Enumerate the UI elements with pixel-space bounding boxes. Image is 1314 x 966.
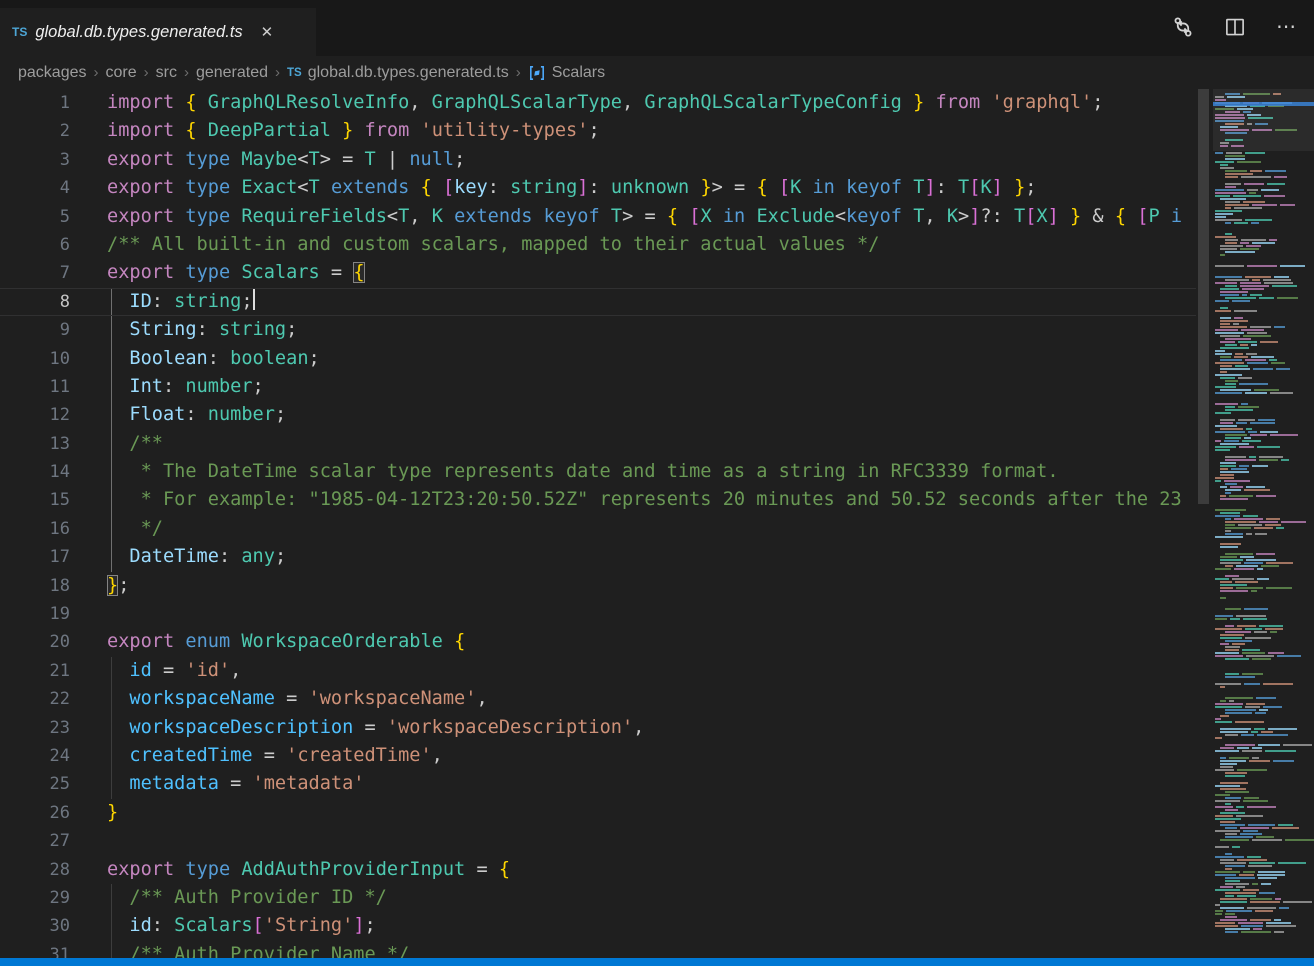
- line-number[interactable]: 6: [0, 231, 70, 259]
- line-number[interactable]: 1: [0, 89, 70, 117]
- line-number[interactable]: 10: [0, 345, 70, 373]
- code-line[interactable]: 17 DateTime: any;: [0, 543, 1196, 571]
- line-number[interactable]: 8: [0, 289, 70, 315]
- tab-global-db-types[interactable]: TS global.db.types.generated.ts ✕: [0, 8, 316, 56]
- chevron-right-icon: ›: [144, 64, 149, 81]
- vscode-window: TS global.db.types.generated.ts ✕ ⋯: [0, 0, 1314, 966]
- line-number[interactable]: 25: [0, 770, 70, 798]
- code-line[interactable]: 18};: [0, 572, 1196, 600]
- close-icon[interactable]: ✕: [257, 21, 278, 43]
- minimap-content: [1213, 89, 1314, 938]
- line-number[interactable]: 24: [0, 742, 70, 770]
- breadcrumb-item-file[interactable]: global.db.types.generated.ts: [308, 64, 509, 82]
- code-line[interactable]: 12 Float: number;: [0, 401, 1196, 429]
- code-line[interactable]: 14 * The DateTime scalar type represents…: [0, 458, 1196, 486]
- line-number[interactable]: 23: [0, 714, 70, 742]
- code-line[interactable]: 25 metadata = 'metadata': [0, 770, 1196, 798]
- code-line[interactable]: 26}: [0, 799, 1196, 827]
- code-line[interactable]: 24 createdTime = 'createdTime',: [0, 742, 1196, 770]
- line-number[interactable]: 30: [0, 912, 70, 940]
- code-line[interactable]: 19: [0, 600, 1196, 628]
- code-line[interactable]: 27: [0, 827, 1196, 855]
- typescript-file-icon: TS: [12, 25, 27, 39]
- code-line[interactable]: 7export type Scalars = {: [0, 259, 1196, 287]
- line-number[interactable]: 14: [0, 458, 70, 486]
- code-line[interactable]: 31 /** Auth Provider Name */: [0, 941, 1196, 958]
- breadcrumb-item-src[interactable]: src: [156, 64, 177, 82]
- line-number[interactable]: 29: [0, 884, 70, 912]
- code-editor[interactable]: 1import { GraphQLResolveInfo, GraphQLSca…: [0, 89, 1196, 958]
- chevron-right-icon: ›: [275, 64, 280, 81]
- more-actions-icon[interactable]: ⋯: [1274, 14, 1300, 40]
- line-number[interactable]: 19: [0, 600, 70, 628]
- code-line[interactable]: 5export type RequireFields<T, K extends …: [0, 203, 1196, 231]
- line-number[interactable]: 15: [0, 486, 70, 514]
- tab-bar: TS global.db.types.generated.ts ✕ ⋯: [0, 0, 1314, 56]
- code-line[interactable]: 11 Int: number;: [0, 373, 1196, 401]
- code-line[interactable]: 6/** All built-in and custom scalars, ma…: [0, 231, 1196, 259]
- editor-scrollbar[interactable]: [1196, 89, 1211, 958]
- chevron-right-icon: ›: [184, 64, 189, 81]
- code-line[interactable]: 4export type Exact<T extends { [key: str…: [0, 174, 1196, 202]
- symbol-type-icon: [528, 64, 546, 82]
- line-number[interactable]: 17: [0, 543, 70, 571]
- breadcrumb-item-core[interactable]: core: [106, 64, 137, 82]
- minimap-slider[interactable]: [1213, 89, 1314, 151]
- open-changes-icon[interactable]: [1170, 14, 1196, 40]
- code-line[interactable]: 10 Boolean: boolean;: [0, 345, 1196, 373]
- code-line[interactable]: 1import { GraphQLResolveInfo, GraphQLSca…: [0, 89, 1196, 117]
- line-number[interactable]: 12: [0, 401, 70, 429]
- line-number[interactable]: 28: [0, 856, 70, 884]
- chevron-right-icon: ›: [94, 64, 99, 81]
- code-lines: 1import { GraphQLResolveInfo, GraphQLSca…: [0, 89, 1196, 958]
- code-line[interactable]: 13 /**: [0, 430, 1196, 458]
- code-line[interactable]: 3export type Maybe<T> = T | null;: [0, 146, 1196, 174]
- code-line[interactable]: 9 String: string;: [0, 316, 1196, 344]
- minimap[interactable]: [1213, 89, 1314, 958]
- line-number[interactable]: 9: [0, 316, 70, 344]
- line-number[interactable]: 18: [0, 572, 70, 600]
- text-cursor: [253, 289, 255, 310]
- line-number[interactable]: 31: [0, 941, 70, 958]
- line-number[interactable]: 3: [0, 146, 70, 174]
- code-line[interactable]: 28export type AddAuthProviderInput = {: [0, 856, 1196, 884]
- code-line[interactable]: 8 ID: string;: [0, 288, 1196, 316]
- code-line[interactable]: 30 id: Scalars['String'];: [0, 912, 1196, 940]
- line-number[interactable]: 2: [0, 117, 70, 145]
- line-number[interactable]: 27: [0, 827, 70, 855]
- code-line[interactable]: 22 workspaceName = 'workspaceName',: [0, 685, 1196, 713]
- code-line[interactable]: 20export enum WorkspaceOrderable {: [0, 628, 1196, 656]
- tab-title: global.db.types.generated.ts: [35, 23, 242, 42]
- chevron-right-icon: ›: [516, 64, 521, 81]
- line-number[interactable]: 16: [0, 515, 70, 543]
- line-number[interactable]: 26: [0, 799, 70, 827]
- line-number[interactable]: 22: [0, 685, 70, 713]
- line-number[interactable]: 13: [0, 430, 70, 458]
- breadcrumb-item-generated[interactable]: generated: [196, 64, 268, 82]
- line-number[interactable]: 21: [0, 657, 70, 685]
- status-bar: [0, 958, 1314, 966]
- editor-actions: ⋯: [1170, 14, 1300, 40]
- code-line[interactable]: 21 id = 'id',: [0, 657, 1196, 685]
- line-number[interactable]: 7: [0, 259, 70, 287]
- line-number[interactable]: 20: [0, 628, 70, 656]
- code-line[interactable]: 23 workspaceDescription = 'workspaceDesc…: [0, 714, 1196, 742]
- line-number[interactable]: 11: [0, 373, 70, 401]
- breadcrumb-item-packages[interactable]: packages: [18, 64, 87, 82]
- scrollbar-slider[interactable]: [1198, 89, 1209, 504]
- typescript-file-icon: TS: [287, 67, 302, 79]
- code-line[interactable]: 15 * For example: "1985-04-12T23:20:50.5…: [0, 486, 1196, 514]
- code-line[interactable]: 2import { DeepPartial } from 'utility-ty…: [0, 117, 1196, 145]
- line-number[interactable]: 4: [0, 174, 70, 202]
- line-number[interactable]: 5: [0, 203, 70, 231]
- code-line[interactable]: 16 */: [0, 515, 1196, 543]
- split-editor-icon[interactable]: [1222, 14, 1248, 40]
- breadcrumb: packages › core › src › generated › TS g…: [0, 56, 1314, 89]
- breadcrumb-item-symbol[interactable]: Scalars: [552, 64, 605, 82]
- code-line[interactable]: 29 /** Auth Provider ID */: [0, 884, 1196, 912]
